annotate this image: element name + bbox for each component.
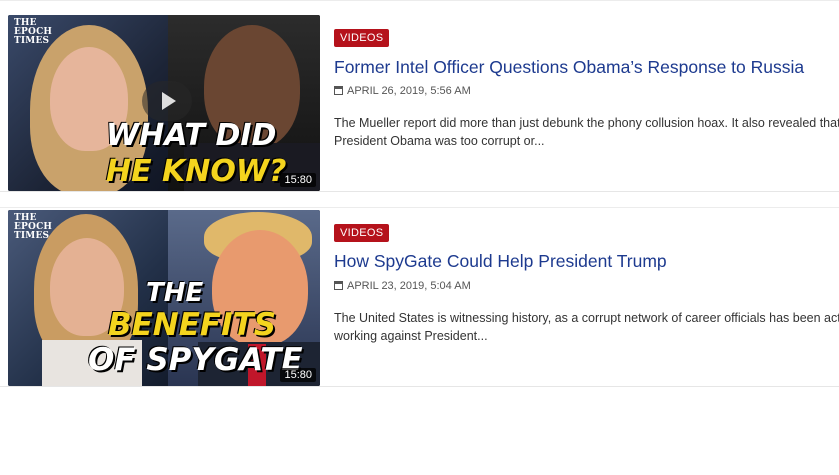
video-thumbnail[interactable]: THE EPOCH TIMES WHAT DID HE KNOW? 15:80	[8, 15, 320, 191]
article-title-link[interactable]: How SpyGate Could Help President Trump	[334, 251, 667, 272]
video-duration: 15:80	[280, 173, 316, 187]
article-excerpt: The United States is witnessing history,…	[334, 311, 839, 343]
article-date: APRIL 26, 2019, 5:56 AM	[334, 85, 471, 97]
category-badge[interactable]: VIDEOS	[334, 224, 390, 242]
article-date: APRIL 23, 2019, 5:04 AM	[334, 280, 471, 292]
article-card: THE EPOCH TIMES WHAT DID HE KNOW? 15:80 …	[0, 0, 839, 192]
play-button[interactable]	[142, 81, 192, 121]
thumbnail-headline: WHAT DID HE KNOW?	[106, 118, 287, 189]
thumbnail-headline: THE BENEFITS OF SPYGATE	[88, 278, 303, 378]
video-duration: 15:80	[280, 368, 316, 382]
category-badge[interactable]: VIDEOS	[334, 29, 390, 47]
article-excerpt: The Mueller report did more than just de…	[334, 116, 839, 148]
article-card: THE EPOCH TIMES THE BENEFITS OF SPYGATE …	[0, 207, 839, 387]
calendar-icon	[334, 281, 343, 290]
epoch-times-logo: THE EPOCH TIMES	[14, 213, 53, 241]
epoch-times-logo: THE EPOCH TIMES	[14, 18, 53, 46]
video-thumbnail[interactable]: THE EPOCH TIMES THE BENEFITS OF SPYGATE …	[8, 210, 320, 386]
article-title-link[interactable]: Former Intel Officer Questions Obama’s R…	[334, 57, 804, 78]
calendar-icon	[334, 86, 343, 95]
